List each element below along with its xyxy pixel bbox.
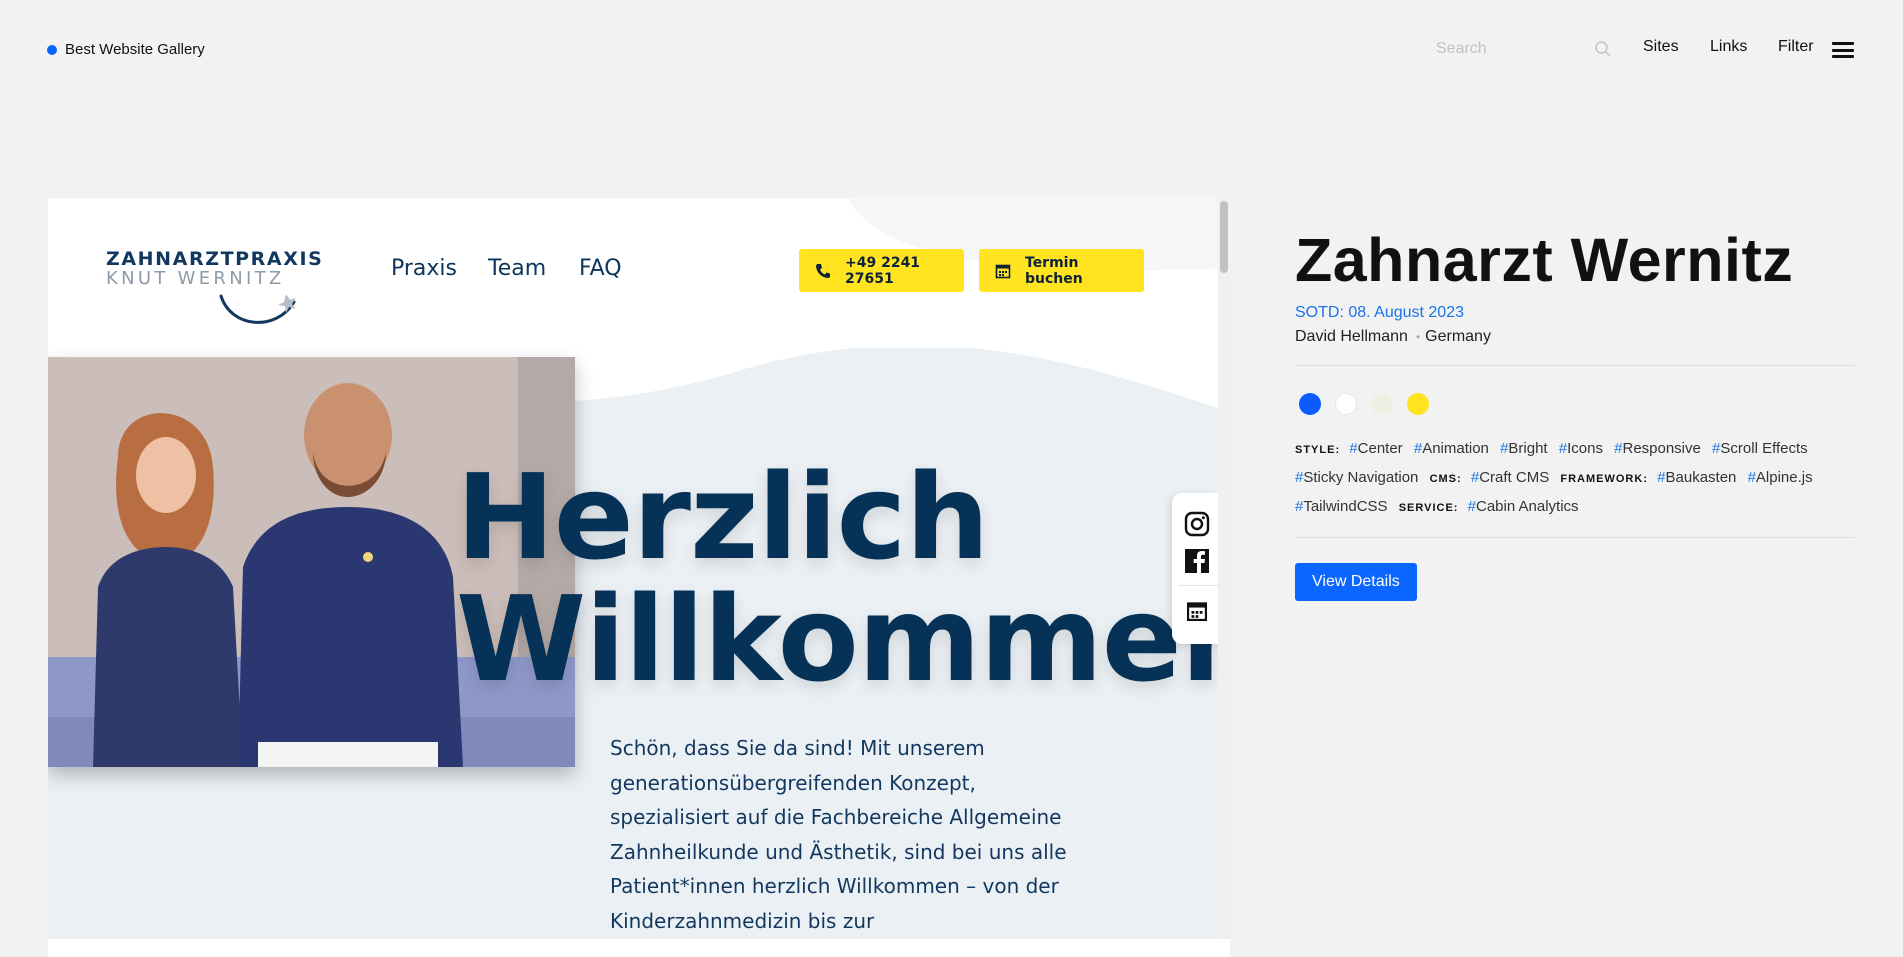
hero-headline: Herzlich Willkommen bbox=[456, 456, 1218, 700]
phone-button-label: +49 2241 27651 bbox=[845, 254, 921, 287]
top-bar: Best Website Gallery Sites Links Filter bbox=[0, 0, 1903, 100]
author-row: David Hellmann • Germany bbox=[1295, 328, 1855, 346]
brand-dot-icon bbox=[47, 44, 57, 55]
preview-scrollbar[interactable] bbox=[1218, 198, 1230, 939]
phone-button[interactable]: +49 2241 27651 bbox=[799, 249, 964, 292]
nav-filter[interactable]: Filter bbox=[1778, 38, 1814, 56]
booking-button-label: Termin buchen bbox=[1025, 254, 1083, 287]
logo-smile-icon bbox=[219, 294, 296, 324]
tag[interactable]: #Baukasten bbox=[1657, 469, 1736, 486]
tag[interactable]: #TailwindCSS bbox=[1295, 498, 1388, 515]
facebook-icon[interactable] bbox=[1184, 548, 1210, 574]
site-title: Zahnarzt Wernitz bbox=[1295, 226, 1794, 294]
preview-nav-team[interactable]: Team bbox=[488, 256, 546, 281]
tag[interactable]: #Icons bbox=[1559, 440, 1603, 457]
tag[interactable]: #Bright bbox=[1500, 440, 1548, 457]
tag-category-cms: CMS: bbox=[1429, 473, 1462, 485]
view-details-button[interactable]: View Details bbox=[1295, 563, 1417, 601]
tag-category-framework: FRAMEWORK: bbox=[1560, 473, 1648, 485]
search-input[interactable] bbox=[1428, 40, 1588, 58]
booking-button[interactable]: Termin buchen bbox=[979, 249, 1144, 292]
preview-viewport: ZAHNARZTPRAXIS KNUT WERNITZ Praxis Team … bbox=[48, 198, 1218, 939]
instagram-icon[interactable] bbox=[1184, 511, 1210, 537]
divider bbox=[1295, 537, 1855, 538]
practice-logo[interactable]: ZAHNARZTPRAXIS KNUT WERNITZ bbox=[106, 248, 324, 328]
search-icon[interactable] bbox=[1594, 40, 1612, 58]
tag-category-style: STYLE: bbox=[1295, 444, 1341, 456]
nav-sites[interactable]: Sites bbox=[1643, 38, 1679, 56]
calendar-icon bbox=[995, 264, 1011, 278]
preview-bottom-edge bbox=[48, 939, 1230, 957]
social-divider bbox=[1178, 585, 1218, 586]
tag[interactable]: #Craft CMS bbox=[1471, 469, 1549, 486]
phone-icon bbox=[816, 263, 830, 278]
site-details: Zahnarzt Wernitz SOTD: 08. August 2023 D… bbox=[1295, 198, 1855, 601]
search-box bbox=[1428, 34, 1618, 64]
tag[interactable]: #Animation bbox=[1414, 440, 1489, 457]
headline-line-1: Herzlich bbox=[456, 448, 990, 586]
separator-dot: • bbox=[1415, 330, 1421, 344]
divider bbox=[1295, 365, 1855, 366]
brand-name: Best Website Gallery bbox=[65, 41, 205, 58]
color-swatch[interactable] bbox=[1371, 393, 1393, 415]
tag[interactable]: #Sticky Navigation bbox=[1295, 469, 1418, 486]
color-swatch[interactable] bbox=[1335, 393, 1357, 415]
site-preview[interactable]: ZAHNARZTPRAXIS KNUT WERNITZ Praxis Team … bbox=[48, 198, 1230, 957]
tag[interactable]: #Scroll Effects bbox=[1712, 440, 1808, 457]
preview-scrollbar-thumb[interactable] bbox=[1220, 201, 1228, 273]
logo-line-1: ZAHNARZTPRAXIS bbox=[106, 248, 324, 270]
nav-links[interactable]: Links bbox=[1710, 38, 1747, 56]
brand-link[interactable]: Best Website Gallery bbox=[47, 41, 205, 58]
author-link[interactable]: David Hellmann bbox=[1295, 328, 1408, 346]
tag[interactable]: #Center bbox=[1349, 440, 1402, 457]
calendar-icon[interactable] bbox=[1186, 600, 1208, 622]
logo-line-2: KNUT WERNITZ bbox=[106, 268, 285, 289]
tag[interactable]: #Alpine.js bbox=[1748, 469, 1813, 486]
preview-nav-praxis[interactable]: Praxis bbox=[391, 256, 457, 281]
color-swatch[interactable] bbox=[1407, 393, 1429, 415]
color-swatch[interactable] bbox=[1299, 393, 1321, 415]
tag[interactable]: #Responsive bbox=[1614, 440, 1701, 457]
menu-icon[interactable] bbox=[1832, 42, 1854, 58]
tag[interactable]: #Cabin Analytics bbox=[1468, 498, 1579, 515]
social-rail bbox=[1172, 493, 1218, 644]
country-link[interactable]: Germany bbox=[1425, 328, 1491, 346]
preview-nav-faq[interactable]: FAQ bbox=[579, 256, 622, 281]
tag-category-service: SERVICE: bbox=[1398, 502, 1459, 514]
intro-text: Schön, dass Sie da sind! Mit unserem gen… bbox=[610, 736, 1067, 933]
headline-line-2: Willkommen bbox=[456, 570, 1218, 708]
sotd-date[interactable]: SOTD: 08. August 2023 bbox=[1295, 304, 1855, 322]
tag-list: STYLE: #Center #Animation #Bright #Icons… bbox=[1295, 435, 1855, 522]
color-swatches bbox=[1295, 393, 1855, 415]
